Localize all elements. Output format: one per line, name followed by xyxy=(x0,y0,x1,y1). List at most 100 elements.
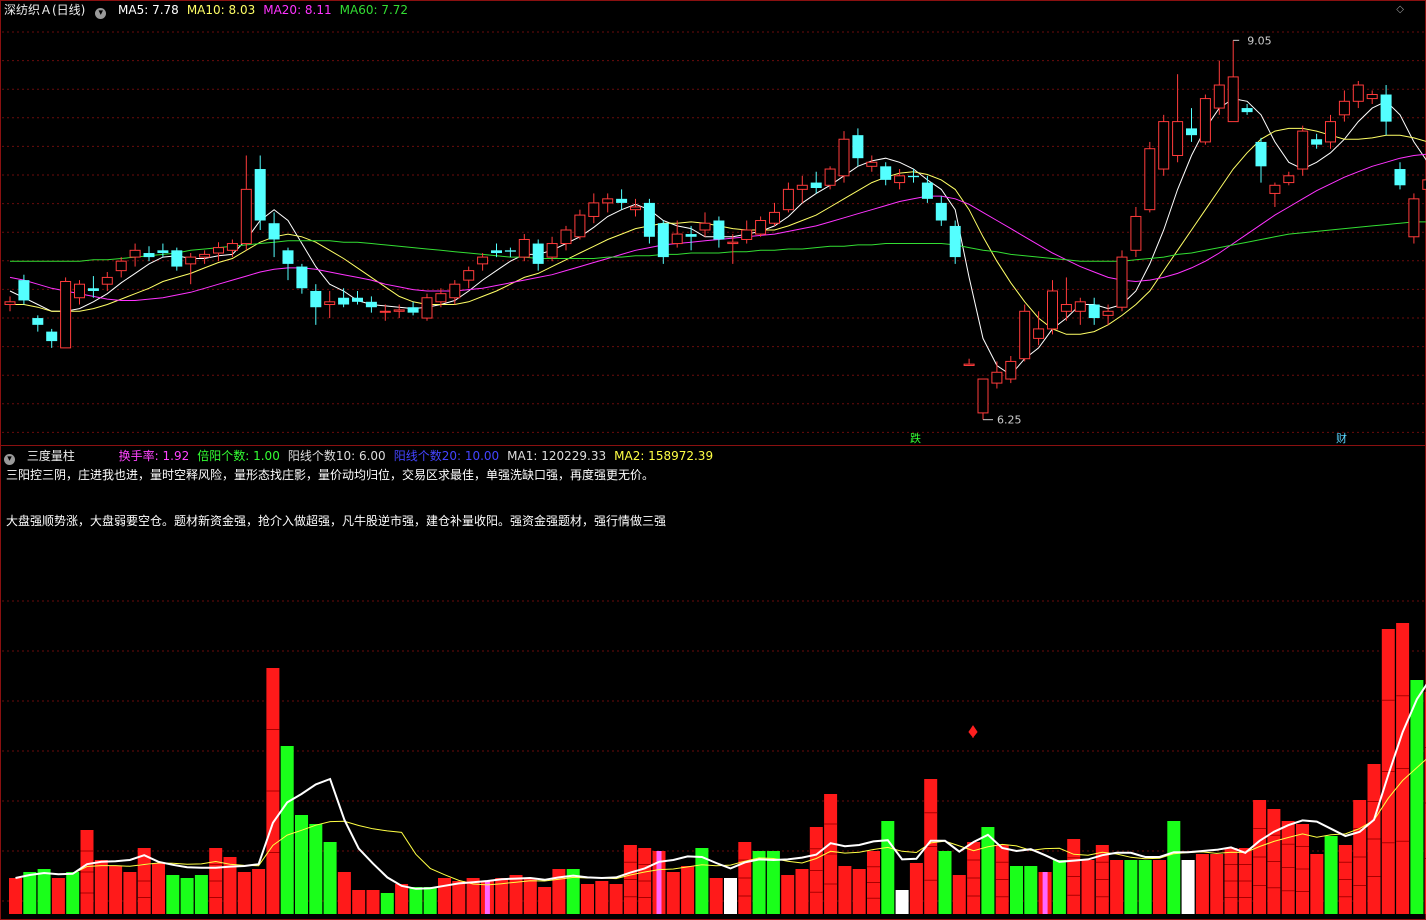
volume-bar-highlight xyxy=(656,851,662,914)
low-label: 6.25 xyxy=(997,414,1022,427)
volume-bar xyxy=(1138,860,1152,914)
volume-bar xyxy=(252,869,266,914)
candle-body xyxy=(866,161,878,167)
candle-body xyxy=(1102,310,1114,316)
volume-bar xyxy=(781,875,795,914)
candle-body xyxy=(115,260,127,272)
volume-bar xyxy=(166,875,180,914)
volume-bar-highlight xyxy=(484,881,490,914)
candle-body xyxy=(880,166,892,180)
up-arrow-icon xyxy=(968,725,978,738)
tag-die: 跌 xyxy=(910,431,921,445)
candle-body xyxy=(894,175,906,184)
candle-body xyxy=(1005,360,1017,380)
candle-body xyxy=(1241,108,1253,113)
candle-body xyxy=(852,135,864,159)
candle-body xyxy=(741,229,753,240)
candle-body xyxy=(491,250,502,254)
volume-bar xyxy=(1081,860,1095,914)
volume-bar xyxy=(380,893,394,914)
volume-bar xyxy=(795,869,809,914)
volume-bar xyxy=(352,890,366,914)
candle-body xyxy=(1325,121,1336,143)
candle-body xyxy=(477,256,489,265)
volume-bar xyxy=(1195,854,1209,914)
candle-body xyxy=(1394,169,1406,186)
candle-body xyxy=(1158,121,1170,170)
candlestick-chart[interactable]: 9.05 6.25 跌 财 xyxy=(0,0,1426,446)
candle-body xyxy=(449,283,461,299)
candle-body xyxy=(908,175,919,178)
volume-bar xyxy=(1167,821,1181,914)
volume-bar xyxy=(23,872,37,914)
candle-body xyxy=(546,243,558,258)
candle-body xyxy=(1213,84,1225,109)
candle-body xyxy=(365,301,377,308)
volume-chart[interactable] xyxy=(0,446,1426,920)
candle-body xyxy=(296,266,308,289)
candle-body xyxy=(1352,84,1364,102)
candle-body xyxy=(143,253,155,258)
candle-body xyxy=(213,247,224,254)
volume-bar xyxy=(237,872,251,914)
candle-body xyxy=(782,188,794,211)
volume-bar xyxy=(1181,860,1195,914)
candle-body xyxy=(630,206,641,211)
volume-bar xyxy=(581,884,594,914)
candle-body xyxy=(560,229,572,245)
volume-bar xyxy=(1052,860,1066,914)
candle-body xyxy=(185,256,197,265)
candle-body xyxy=(1297,130,1309,170)
candle-body xyxy=(1199,98,1211,143)
candle-body xyxy=(588,202,600,217)
candle-body xyxy=(657,223,669,258)
candle-body xyxy=(254,169,266,221)
volume-bar xyxy=(395,884,409,914)
volume-bar xyxy=(523,878,537,914)
volume-bar xyxy=(366,890,380,914)
candle-body xyxy=(977,378,989,414)
candle-body xyxy=(574,214,586,238)
volume-bar xyxy=(666,872,680,914)
volume-bar xyxy=(852,869,866,914)
candle-body xyxy=(991,371,1003,384)
volume-bar xyxy=(1410,680,1424,914)
candle-body xyxy=(769,211,780,224)
candle-body xyxy=(1060,304,1072,312)
volume-bar xyxy=(1310,854,1324,914)
candle-body xyxy=(727,241,739,245)
candle-body xyxy=(1311,139,1323,145)
candle-body xyxy=(268,223,280,240)
candle-body xyxy=(824,168,836,186)
volume-bar xyxy=(709,878,723,914)
candle-body xyxy=(171,250,183,267)
candle-body xyxy=(352,297,363,302)
candle-body xyxy=(504,250,516,252)
volume-bar xyxy=(681,866,695,914)
volume-bar xyxy=(280,746,294,914)
candle-body xyxy=(1269,184,1281,194)
candle-body xyxy=(1186,128,1197,136)
candle-body xyxy=(240,188,252,245)
volume-bar xyxy=(938,851,952,914)
volume-bar xyxy=(952,875,966,914)
candle-body xyxy=(643,202,655,237)
volume-bar xyxy=(595,881,609,914)
candle-body xyxy=(921,182,933,199)
candle-body xyxy=(1116,256,1128,308)
candle-body xyxy=(963,363,975,366)
volume-bar xyxy=(37,869,51,914)
candle-body xyxy=(755,220,767,235)
candle-body xyxy=(1255,141,1267,167)
candle-body xyxy=(32,318,44,325)
candle-body xyxy=(838,138,850,177)
volume-bar xyxy=(123,872,137,914)
volume-bar xyxy=(1010,866,1023,914)
candle-body xyxy=(1408,198,1420,238)
candle-body xyxy=(713,220,725,240)
candle-body xyxy=(699,222,711,231)
candle-body xyxy=(87,288,99,291)
candle-body xyxy=(407,307,419,313)
candle-body xyxy=(1227,76,1239,123)
candle-body xyxy=(199,253,211,258)
